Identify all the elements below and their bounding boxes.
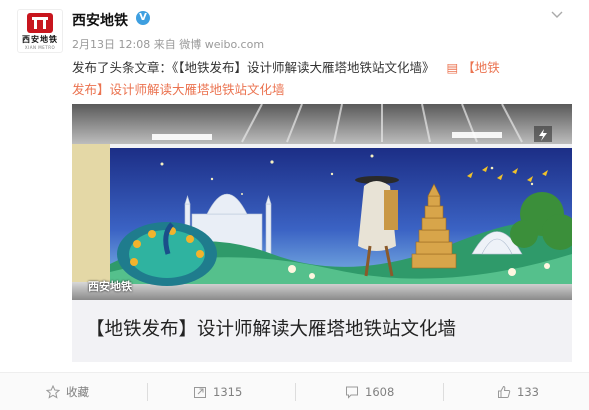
weibo-post: 西安地铁 XIAN METRO 西安地铁 V 2月13日 12:08 来自 微博… bbox=[0, 0, 589, 410]
source-prefix: 来自 bbox=[153, 38, 176, 51]
article-icon: ▤ bbox=[438, 60, 463, 75]
like-count: 133 bbox=[517, 385, 539, 399]
article-link-line1[interactable]: 【地铁 bbox=[462, 60, 500, 75]
avatar-logo-text: 西安地铁 bbox=[22, 34, 58, 44]
star-icon bbox=[46, 385, 60, 399]
post-text: 发布了头条文章：《【地铁发布】设计师解读大雁塔地铁站文化墙》 ▤ 【地铁 发布】… bbox=[72, 57, 572, 101]
article-cover-image[interactable] bbox=[72, 104, 572, 300]
metro-logo-icon bbox=[27, 12, 53, 33]
post-source[interactable]: 微博 weibo.com bbox=[179, 38, 264, 51]
favorite-button[interactable]: 收藏 bbox=[46, 373, 89, 410]
article-card[interactable]: 西安地铁 【地铁发布】设计师解读大雁塔地铁站文化墙 bbox=[72, 104, 572, 362]
article-link-line2[interactable]: 发布】设计师解读大雁塔地铁站文化墙 bbox=[72, 82, 285, 97]
like-button[interactable]: 133 bbox=[497, 373, 539, 410]
divider bbox=[147, 383, 148, 401]
thumbs-up-icon bbox=[497, 385, 511, 399]
comment-count: 1608 bbox=[365, 385, 395, 399]
action-bar: 收藏 1315 1608 133 bbox=[0, 372, 589, 410]
post-date[interactable]: 2月13日 12:08 bbox=[72, 38, 150, 51]
verified-badge-icon: V bbox=[136, 11, 150, 25]
chevron-down-icon[interactable] bbox=[551, 8, 563, 20]
divider bbox=[443, 383, 444, 401]
article-title[interactable]: 【地铁发布】设计师解读大雁塔地铁站文化墙 bbox=[86, 315, 456, 341]
post-meta: 2月13日 12:08 来自 微博 weibo.com bbox=[72, 36, 264, 52]
comment-icon bbox=[345, 385, 359, 399]
repost-icon bbox=[193, 385, 207, 399]
repost-count: 1315 bbox=[213, 385, 243, 399]
image-watermark: 西安地铁 bbox=[88, 280, 132, 293]
favorite-label: 收藏 bbox=[66, 385, 89, 399]
account-avatar[interactable]: 西安地铁 XIAN METRO bbox=[17, 9, 63, 53]
comment-button[interactable]: 1608 bbox=[345, 373, 394, 410]
repost-button[interactable]: 1315 bbox=[193, 373, 242, 410]
post-body: 发布了头条文章：《【地铁发布】设计师解读大雁塔地铁站文化墙》 bbox=[72, 60, 435, 75]
avatar-logo-subtext: XIAN METRO bbox=[24, 44, 56, 50]
divider bbox=[295, 383, 296, 401]
account-name[interactable]: 西安地铁 bbox=[72, 10, 128, 30]
